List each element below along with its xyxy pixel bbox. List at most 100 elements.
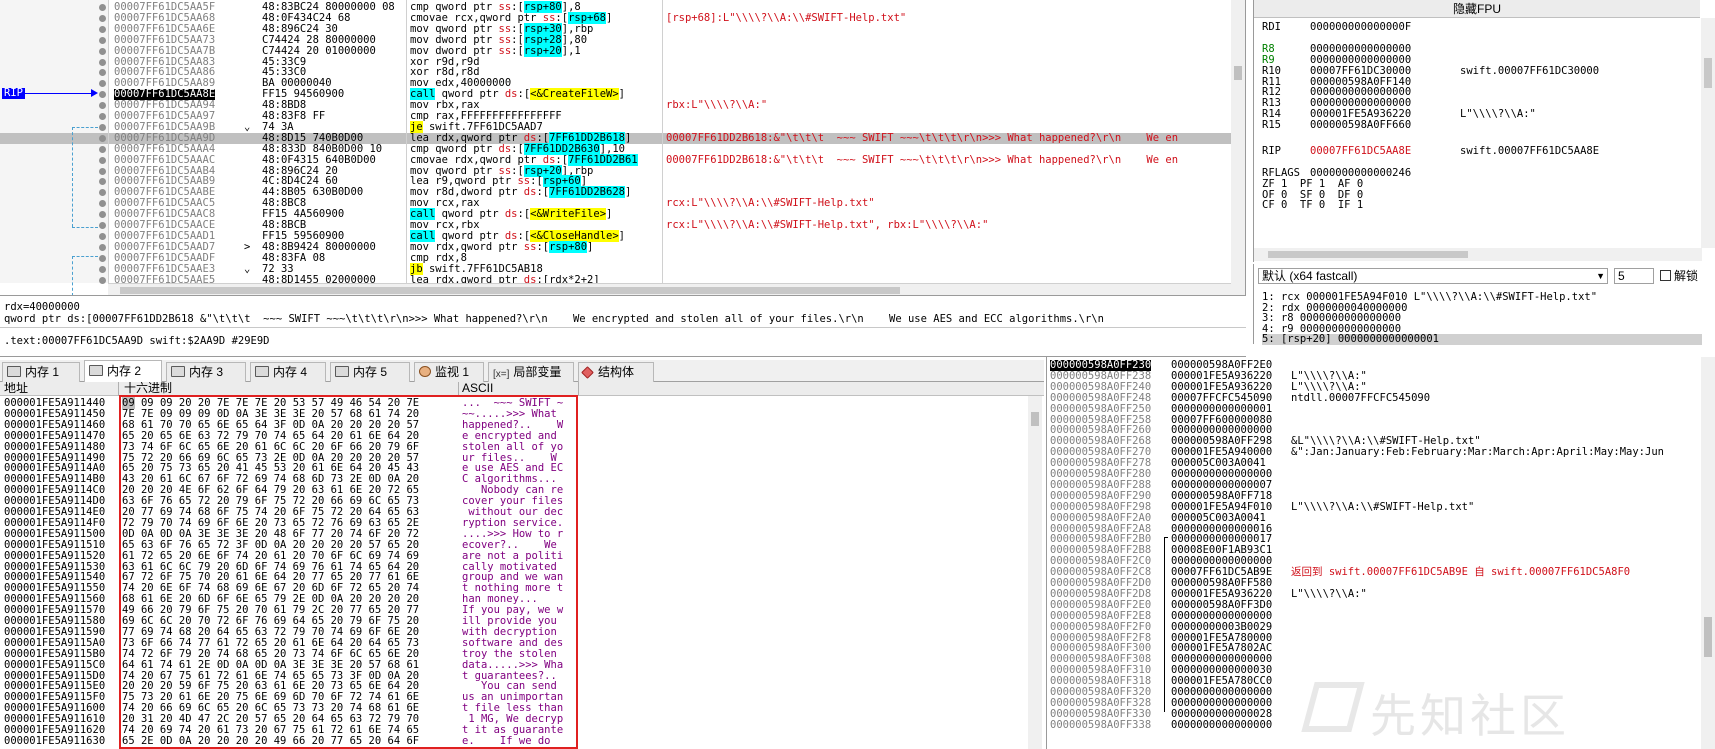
tab-内存-4[interactable]: 内存 4 (250, 362, 326, 382)
tab-内存-1[interactable]: 内存 1 (2, 362, 80, 382)
dump-address: 000001FE5A911520 (4, 549, 106, 562)
stack-vscroll[interactable] (1701, 357, 1715, 749)
stack-comment: L"\\\\?\\A:" (1291, 587, 1367, 600)
jump-arrow-icon: ⌄ (244, 120, 251, 133)
breakpoint-dot-icon[interactable] (99, 265, 106, 273)
register-value[interactable]: 000000000000000F (1310, 22, 1411, 33)
register-name: CF 0 TF 0 IF 1 (1262, 199, 1364, 212)
instruction-token: ds (504, 208, 518, 221)
disasm-row[interactable]: 00007FF61DC5AA7B C74424 20 01000000 mov dw… (0, 44, 1232, 57)
struct-icon (581, 366, 594, 379)
breakpoint-dot-icon[interactable] (99, 243, 106, 251)
register-value[interactable]: 00007FF61DC5AA8E (1310, 145, 1411, 157)
stack-comment: L"\\\\?\\A:\\#SWIFT-Help.txt" (1291, 500, 1475, 513)
disasm-row[interactable]: 00007FF61DC5AAAC 48:0F4315 640B0D00 cmovae… (0, 153, 1232, 166)
disassembly-vscroll[interactable] (1231, 0, 1245, 295)
instruction-comment: rcx:L"\\\\?\\A:\\#SWIFT-Help.txt", rbx:L… (666, 219, 989, 231)
breakpoint-dot-icon[interactable] (99, 4, 106, 11)
register-name: RIP (1262, 144, 1281, 157)
breakpoint-dot-icon[interactable] (99, 36, 106, 44)
argument-count-value: 5 (1618, 269, 1625, 283)
stack-address: 000000598A0FF2F0 (1050, 620, 1152, 633)
instruction-token: ] (624, 131, 632, 144)
stack-value[interactable]: 000005C003A0041 (1171, 512, 1266, 524)
tab-局部变量[interactable]: [x=] 局部变量 (488, 362, 574, 382)
tab-内存-5[interactable]: 内存 5 (330, 362, 410, 382)
instruction-bytes: 72 33 (262, 262, 294, 275)
stack-value[interactable]: 0000000000000000 (1171, 719, 1272, 731)
breakpoint-dot-icon[interactable] (99, 80, 106, 88)
breakpoint-dot-icon[interactable] (99, 113, 106, 120)
breakpoint-dot-icon[interactable] (99, 200, 106, 208)
dump-vscroll[interactable] (1028, 396, 1042, 749)
dump-tabs: 内存 1 内存 2 内存 3 内存 4 内存 5 监视 1 [x=] 局部变量 结构体 (0, 360, 1044, 382)
disassembly-lines: 00007FF61DC5AA5F 48:83BC24 80000000 08 cmp… (0, 0, 1232, 285)
breakpoint-dot-icon[interactable] (99, 134, 106, 142)
hex-column-header: 十六进制 (124, 382, 173, 395)
instruction-token: 7FF61DD2B628 (549, 186, 625, 199)
column-separator (108, 0, 109, 283)
breakpoint-dot-icon[interactable] (99, 276, 106, 284)
memory-icon (255, 366, 269, 377)
breakpoint-dot-icon[interactable] (99, 156, 106, 164)
register-value[interactable]: 000000598A0FF660 (1310, 120, 1411, 131)
breakpoint-dot-icon[interactable] (99, 69, 106, 77)
breakpoint-dot-icon[interactable] (99, 178, 106, 186)
argument-count-stepper[interactable]: 5 (1614, 268, 1654, 284)
memory-dump-view[interactable]: 地址 十六进制 ASCII 000001FE5A911440 09 09 09 2… (0, 382, 1044, 749)
disassembly-hscroll[interactable] (108, 283, 1232, 295)
instruction-token: :[ (536, 240, 550, 253)
disassembly-view[interactable]: 00007FF61DC5AA5F 48:83BC24 80000000 08 cmp… (0, 0, 1246, 296)
instruction-token: rsp+20 (523, 44, 562, 57)
breakpoint-dot-icon[interactable] (99, 102, 106, 110)
unlock-checkbox[interactable]: 解锁 (1660, 268, 1698, 284)
disasm-row[interactable]: 00007FF61DC5AAE3 ⌄ 72 33 jb swift.7FF61DC5A… (0, 262, 1232, 275)
breakpoint-dot-icon[interactable] (99, 189, 106, 197)
instruction-comment: rcx:L"\\\\?\\A:\\#SWIFT-Help.txt" (666, 197, 875, 210)
tab-结构体[interactable]: 结构体 (578, 362, 654, 382)
stack-row[interactable]: 000000598A0FF2F0 00000000003B0029 (1047, 620, 1701, 633)
breakpoint-dot-icon[interactable] (99, 211, 106, 219)
breakpoint-dot-icon[interactable] (99, 91, 106, 99)
info-line: qword ptr ds:[00007FF61DD2B618 &"\t\t\t … (4, 313, 1104, 325)
stack-value[interactable]: 0000000000000001 (1171, 403, 1272, 415)
tab-监视-1[interactable]: 监视 1 (414, 362, 484, 382)
memory-icon (89, 365, 103, 376)
breakpoint-dot-icon[interactable] (99, 167, 106, 175)
breakpoint-dot-icon[interactable] (99, 14, 106, 22)
breakpoint-dot-icon[interactable] (99, 123, 106, 131)
info-panel: rdx=40000000 qword ptr ds:[00007FF61DD2B… (0, 299, 1246, 357)
breakpoint-dot-icon[interactable] (99, 232, 106, 240)
registers-vscroll[interactable] (1701, 18, 1715, 248)
calling-convention-select[interactable]: 默认 (x64 fastcall) ▼ (1258, 268, 1608, 284)
stack-row[interactable]: 000000598A0FF2A0 000005C003A0041 (1047, 511, 1701, 524)
instruction-address: 00007FF61DC5AAAC (114, 153, 216, 166)
instruction-token: ds (542, 153, 556, 166)
stack-comment: &":Jan:January:Feb:February:Mar:March:Ap… (1291, 446, 1664, 459)
register-comment: swift.00007FF61DC30000 (1460, 64, 1600, 77)
registers-panel[interactable]: 隐藏FPU RDI 000000000000000F R8 0000000000000… (1253, 0, 1715, 262)
call-argument-row[interactable]: 5: [rsp+20] 0000000000000001 (1262, 334, 1702, 345)
instruction-token: ds (504, 88, 518, 101)
breakpoint-dot-icon[interactable] (99, 254, 106, 262)
jump-line (72, 127, 98, 128)
calling-convention-value: 默认 (x64 fastcall) (1262, 269, 1358, 283)
column-separator (406, 0, 407, 283)
breakpoint-dot-icon[interactable] (99, 222, 106, 229)
breakpoint-dot-icon[interactable] (99, 25, 106, 33)
address-column-header: 地址 (4, 382, 29, 395)
tab-内存-2[interactable]: 内存 2 (84, 360, 162, 382)
instruction-token: ds (523, 186, 537, 199)
stack-value[interactable]: 00000000003B0029 (1171, 621, 1272, 633)
breakpoint-dot-icon[interactable] (99, 58, 106, 66)
breakpoint-dot-icon[interactable] (99, 47, 106, 55)
register-name: R10 (1262, 64, 1281, 77)
hide-fpu-button[interactable]: 隐藏FPU (1254, 0, 1700, 18)
registers-hscroll[interactable] (1254, 248, 1702, 261)
tab-label: 监视 1 (435, 365, 470, 379)
stack-row[interactable]: 000000598A0FF250 0000000000000001 (1047, 403, 1701, 415)
register-value[interactable]: 00007FF61DC30000 (1310, 65, 1411, 77)
stack-address: 000000598A0FF2A0 (1050, 511, 1152, 524)
tab-内存-3[interactable]: 内存 3 (166, 362, 246, 382)
breakpoint-dot-icon[interactable] (99, 145, 106, 153)
